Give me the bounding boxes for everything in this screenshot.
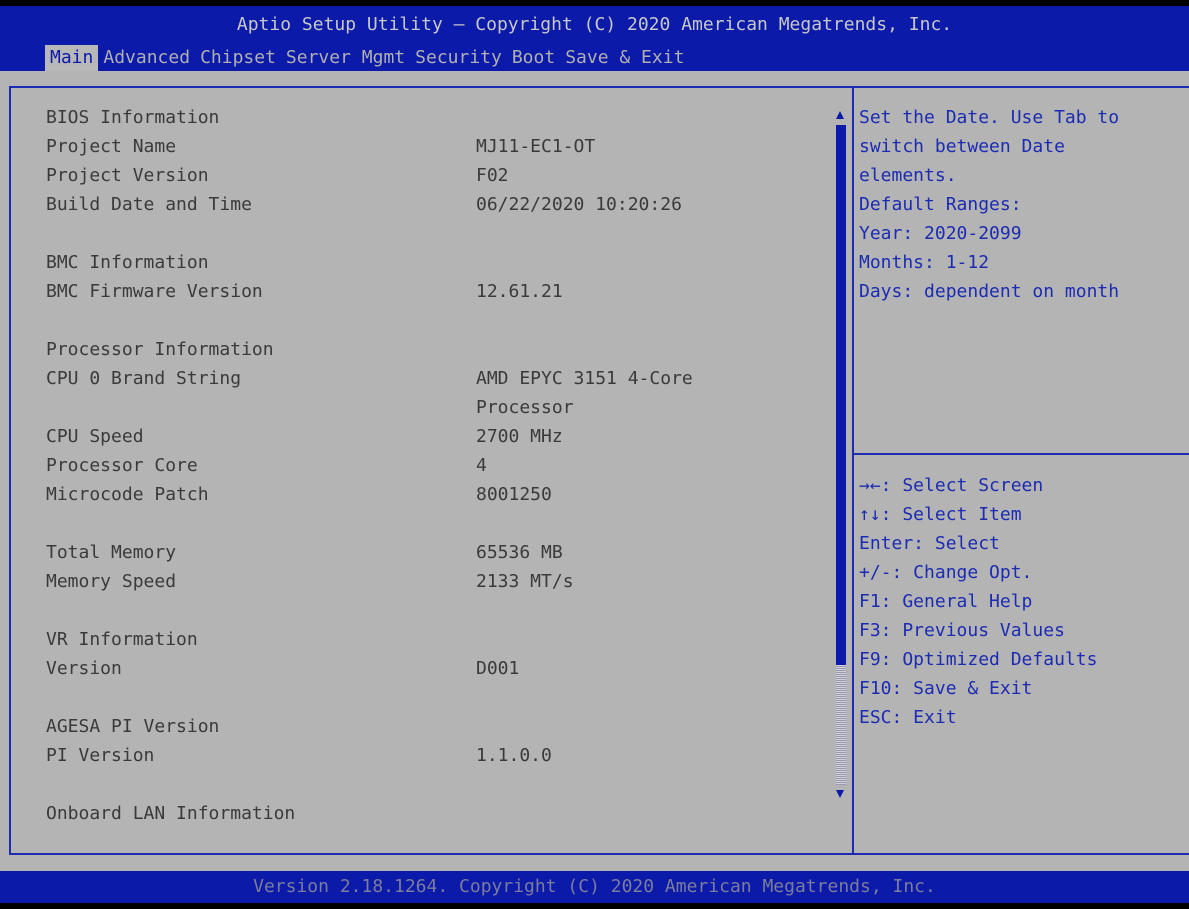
info-label: Build Date and Time	[46, 194, 252, 215]
tab-main[interactable]: Main	[45, 45, 99, 71]
info-label: CPU 0 Brand String	[46, 368, 242, 389]
header-bar: Aptio Setup Utility – Copyright (C) 2020…	[0, 6, 1189, 71]
info-label: Version	[46, 658, 122, 679]
info-label: PI Version	[46, 745, 155, 766]
info-row: Version D001	[46, 654, 826, 683]
help-text-line: elements.	[859, 165, 957, 186]
info-label: Processor Core	[46, 455, 198, 476]
info-row: Onboard LAN Information	[46, 799, 826, 828]
help-divider	[854, 453, 1189, 455]
help-text-line: Months: 1-12	[859, 252, 990, 273]
info-label: Onboard LAN Information	[46, 803, 296, 824]
info-row: Processor Core 4	[46, 451, 826, 480]
info-row: PI Version 1.1.0.0	[46, 741, 826, 770]
info-row: CPU Speed 2700 MHz	[46, 422, 826, 451]
info-row: BMC Information	[46, 248, 826, 277]
help-text-line: Year: 2020-2099	[859, 223, 1022, 244]
info-label: Memory Speed	[46, 571, 177, 592]
info-row	[46, 770, 826, 799]
info-value: 06/22/2020 10:20:26	[476, 194, 682, 215]
info-row: Project Version F02	[46, 161, 826, 190]
info-row: Processor	[46, 393, 826, 422]
bottom-border	[0, 903, 1189, 909]
content-area: BIOS Information Project Name MJ11-EC1-OT P…	[0, 71, 1189, 871]
vertical-divider	[852, 86, 854, 855]
tab-advanced[interactable]: Advanced	[98, 45, 195, 71]
info-label: Total Memory	[46, 542, 177, 563]
triangle-down-icon[interactable]	[835, 789, 845, 799]
key-legend-line: F1: General Help	[859, 591, 1033, 612]
info-row: Memory Speed 2133 MT/s	[46, 567, 826, 596]
help-text-line: Set the Date. Use Tab to	[859, 107, 1120, 128]
info-value: 1.1.0.0	[476, 745, 552, 766]
info-value: 12.61.21	[476, 281, 563, 302]
info-row: VR Information	[46, 625, 826, 654]
info-row	[46, 509, 826, 538]
tab-chipset[interactable]: Chipset	[195, 45, 281, 71]
help-panel: Set the Date. Use Tab to switch between D…	[859, 103, 1184, 306]
info-row	[46, 596, 826, 625]
key-legend-line: F10: Save & Exit	[859, 678, 1033, 699]
tab-security[interactable]: Security	[410, 45, 507, 71]
bios-info-list: BIOS Information Project Name MJ11-EC1-OT P…	[46, 103, 826, 828]
info-row: BIOS Information	[46, 103, 826, 132]
info-row: Project Name MJ11-EC1-OT	[46, 132, 826, 161]
info-label: CPU Speed	[46, 426, 144, 447]
info-value: F02	[476, 165, 509, 186]
tab-save-exit[interactable]: Save & Exit	[560, 45, 689, 71]
key-legend-line: ↑↓: Select Item	[859, 504, 1022, 525]
info-value: AMD EPYC 3151 4-Core	[476, 368, 693, 389]
info-value: 8001250	[476, 484, 552, 505]
key-legend-line: F9: Optimized Defaults	[859, 649, 1098, 670]
app-title: Aptio Setup Utility – Copyright (C) 2020…	[236, 14, 953, 35]
info-label: Project Name	[46, 136, 177, 157]
info-row: BMC Firmware Version 12.61.21	[46, 277, 826, 306]
help-text-line: switch between Date	[859, 136, 1065, 157]
info-row	[46, 683, 826, 712]
info-row: Build Date and Time 06/22/2020 10:20:26	[46, 190, 826, 219]
info-value: 2700 MHz	[476, 426, 563, 447]
scrollbar-thumb[interactable]	[836, 125, 846, 665]
info-row: Processor Information	[46, 335, 826, 364]
info-label: Project Version	[46, 165, 209, 186]
info-row: AGESA PI Version	[46, 712, 826, 741]
info-label: Microcode Patch	[46, 484, 209, 505]
info-label: BIOS Information	[46, 107, 220, 128]
key-legend-line: →←: Select Screen	[859, 475, 1044, 496]
key-legend-line: F3: Previous Values	[859, 620, 1065, 641]
info-row	[46, 219, 826, 248]
info-value: 2133 MT/s	[476, 571, 574, 592]
key-legend-line: +/-: Change Opt.	[859, 562, 1033, 583]
key-legend-line: Enter: Select	[859, 533, 1000, 554]
triangle-up-icon[interactable]	[835, 110, 845, 120]
info-row: Microcode Patch 8001250	[46, 480, 826, 509]
key-legend-line: ESC: Exit	[859, 707, 957, 728]
info-row	[46, 306, 826, 335]
info-label: BMC Firmware Version	[46, 281, 263, 302]
footer-version: Version 2.18.1264. Copyright (C) 2020 Am…	[0, 871, 1189, 903]
info-value: 4	[476, 455, 487, 476]
help-text-line: Default Ranges:	[859, 194, 1022, 215]
key-legend: →←: Select Screen ↑↓: Select Item Enter: S…	[859, 471, 1184, 732]
help-text-line: Days: dependent on month	[859, 281, 1120, 302]
tab-boot[interactable]: Boot	[507, 45, 560, 71]
tab-server-mgmt[interactable]: Server Mgmt	[281, 45, 410, 71]
tab-bar: Main Advanced Chipset Server Mgmt Securi…	[45, 45, 689, 71]
info-value: D001	[476, 658, 520, 679]
info-label: AGESA PI Version	[46, 716, 220, 737]
info-row: CPU 0 Brand String AMD EPYC 3151 4-Core	[46, 364, 826, 393]
info-row: Total Memory 65536 MB	[46, 538, 826, 567]
info-value: MJ11-EC1-OT	[476, 136, 596, 157]
info-label: VR Information	[46, 629, 198, 650]
info-value: Processor	[476, 397, 574, 418]
info-label: BMC Information	[46, 252, 209, 273]
info-label: Processor Information	[46, 339, 274, 360]
info-value: 65536 MB	[476, 542, 563, 563]
